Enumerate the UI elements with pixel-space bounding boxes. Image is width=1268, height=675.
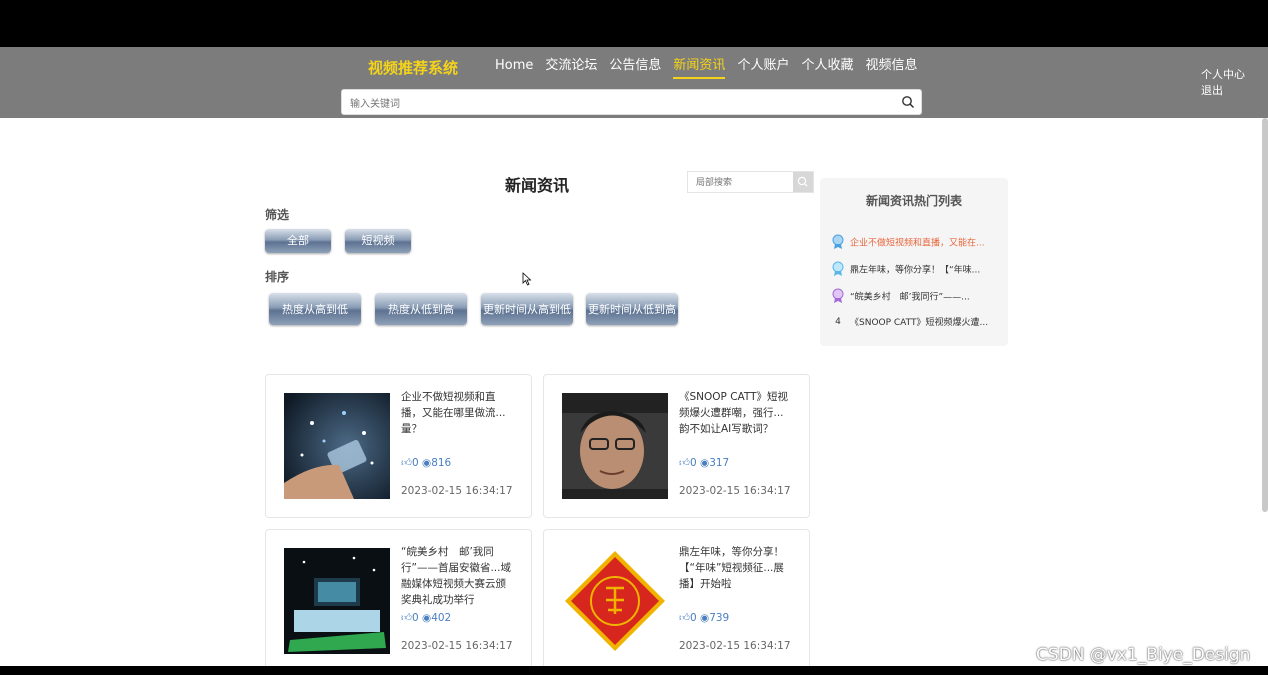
like-count: 0 (689, 457, 697, 469)
sort-time-desc-button[interactable]: 更新时间从高到低 (481, 293, 573, 325)
search-icon (797, 176, 808, 187)
news-card[interactable]: “皖美乡村 邮’我同行”——首届安徽省...域融媒体短视频大赛云颁奖典礼成功举行… (265, 529, 532, 673)
main-nav: Home 交流论坛 公告信息 新闻资讯 个人账户 个人收藏 视频信息 (495, 57, 917, 85)
user-links: 个人中心 退出 (1201, 67, 1245, 99)
view-count: 739 (709, 612, 730, 624)
user-center-link[interactable]: 个人中心 (1201, 67, 1245, 83)
news-thumbnail (562, 548, 668, 654)
news-time: 2023-02-15 16:34:17 (679, 640, 791, 652)
nav-forum[interactable]: 交流论坛 (545, 57, 597, 85)
sort-hot-asc-button[interactable]: 热度从低到高 (375, 293, 467, 325)
view-count: 402 (431, 612, 452, 624)
news-stats: 👍︎0 ◉402 (401, 611, 451, 624)
thumbs-up-icon[interactable]: 👍︎ (679, 612, 690, 624)
like-count: 0 (689, 612, 697, 624)
news-title[interactable]: 企业不做短视频和直播，又能在哪里做流...量？ (401, 389, 513, 437)
bottom-black-bar (0, 666, 1268, 675)
watermark-text: CSDN @vx1_Biye_Design (1036, 645, 1251, 665)
local-search (687, 171, 814, 193)
news-thumbnail (562, 393, 668, 499)
thumbs-up-icon[interactable]: 👍︎ (401, 612, 412, 624)
global-search-input[interactable] (348, 94, 892, 114)
search-icon[interactable] (901, 95, 915, 109)
hot-news-title: 新闻资讯热门列表 (865, 194, 962, 208)
local-search-input[interactable] (694, 175, 794, 191)
news-title[interactable]: 鼎左年味，等你分享！【“年味”短视频征...展播】开始啦 (679, 544, 791, 592)
page-title: 新闻资讯 (505, 176, 570, 195)
hot-news-item[interactable]: “皖美乡村 邮’我同行”——... (832, 288, 1002, 304)
nav-announcements[interactable]: 公告信息 (609, 57, 661, 85)
nav-account[interactable]: 个人账户 (737, 57, 789, 85)
gold-medal-icon (832, 234, 844, 249)
view-count: 816 (431, 457, 452, 469)
local-search-button[interactable] (793, 172, 813, 192)
eye-icon: ◉ (700, 457, 710, 469)
nav-home[interactable]: Home (495, 57, 533, 85)
like-count: 0 (411, 612, 419, 624)
silver-medal-icon (832, 261, 844, 276)
news-thumbnail (284, 548, 390, 654)
hot-rank: 4 (835, 317, 841, 327)
page-scrollbar[interactable] (1262, 118, 1268, 512)
filter-all-button[interactable]: 全部 (265, 229, 331, 253)
news-time: 2023-02-15 16:34:17 (679, 485, 791, 497)
global-search (341, 89, 922, 115)
top-black-bar (0, 0, 1268, 47)
news-time: 2023-02-15 16:34:17 (401, 485, 513, 497)
bronze-medal-icon (832, 288, 844, 303)
thumbs-up-icon[interactable]: 👍︎ (401, 457, 412, 469)
nav-favorites[interactable]: 个人收藏 (801, 57, 853, 85)
news-stats: 👍︎0 ◉816 (401, 456, 451, 469)
brand-logo[interactable]: 视频推荐系统 (368, 57, 458, 78)
news-title[interactable]: 《SNOOP CATT》短视频爆火遭群嘲，强行...韵不如让AI写歌词？ (679, 389, 791, 437)
filter-label: 筛选 (265, 208, 290, 222)
eye-icon: ◉ (422, 457, 432, 469)
nav-news[interactable]: 新闻资讯 (673, 57, 726, 79)
hot-news-item[interactable]: 4 《SNOOP CATT》短视频爆火遭... (832, 315, 1002, 331)
news-thumbnail (284, 393, 390, 499)
like-count: 0 (411, 457, 419, 469)
sort-label: 排序 (265, 270, 290, 284)
filter-shortvideo-button[interactable]: 短视频 (345, 229, 411, 253)
news-time: 2023-02-15 16:34:17 (401, 640, 513, 652)
nav-videos[interactable]: 视频信息 (865, 57, 917, 85)
site-header: 视频推荐系统 Home 交流论坛 公告信息 新闻资讯 个人账户 个人收藏 视频信… (0, 47, 1268, 118)
news-stats: 👍︎0 ◉317 (679, 456, 729, 469)
hot-news-item[interactable]: 鼎左年味，等你分享！【“年味... (832, 261, 1002, 277)
eye-icon: ◉ (422, 612, 432, 624)
news-title[interactable]: “皖美乡村 邮’我同行”——首届安徽省...域融媒体短视频大赛云颁奖典礼成功举行 (401, 544, 513, 608)
hot-news-panel: 新闻资讯热门列表 企业不做短视频和直播，又能在... 鼎左年味，等你分享！【“年… (820, 178, 1008, 346)
news-card[interactable]: 企业不做短视频和直播，又能在哪里做流...量？ 👍︎0 ◉816 2023-02… (265, 374, 532, 518)
news-card[interactable]: 《SNOOP CATT》短视频爆火遭群嘲，强行...韵不如让AI写歌词？ 👍︎0… (543, 374, 810, 518)
sort-time-asc-button[interactable]: 更新时间从低到高 (586, 293, 678, 325)
hot-news-item[interactable]: 企业不做短视频和直播，又能在... (832, 234, 1002, 250)
logout-link[interactable]: 退出 (1201, 83, 1245, 99)
news-card[interactable]: 鼎左年味，等你分享！【“年味”短视频征...展播】开始啦 👍︎0 ◉739 20… (543, 529, 810, 673)
thumbs-up-icon[interactable]: 👍︎ (679, 457, 690, 469)
news-stats: 👍︎0 ◉739 (679, 611, 729, 624)
mouse-cursor-icon (522, 272, 532, 286)
eye-icon: ◉ (700, 612, 710, 624)
sort-hot-desc-button[interactable]: 热度从高到低 (269, 293, 361, 325)
view-count: 317 (709, 457, 730, 469)
